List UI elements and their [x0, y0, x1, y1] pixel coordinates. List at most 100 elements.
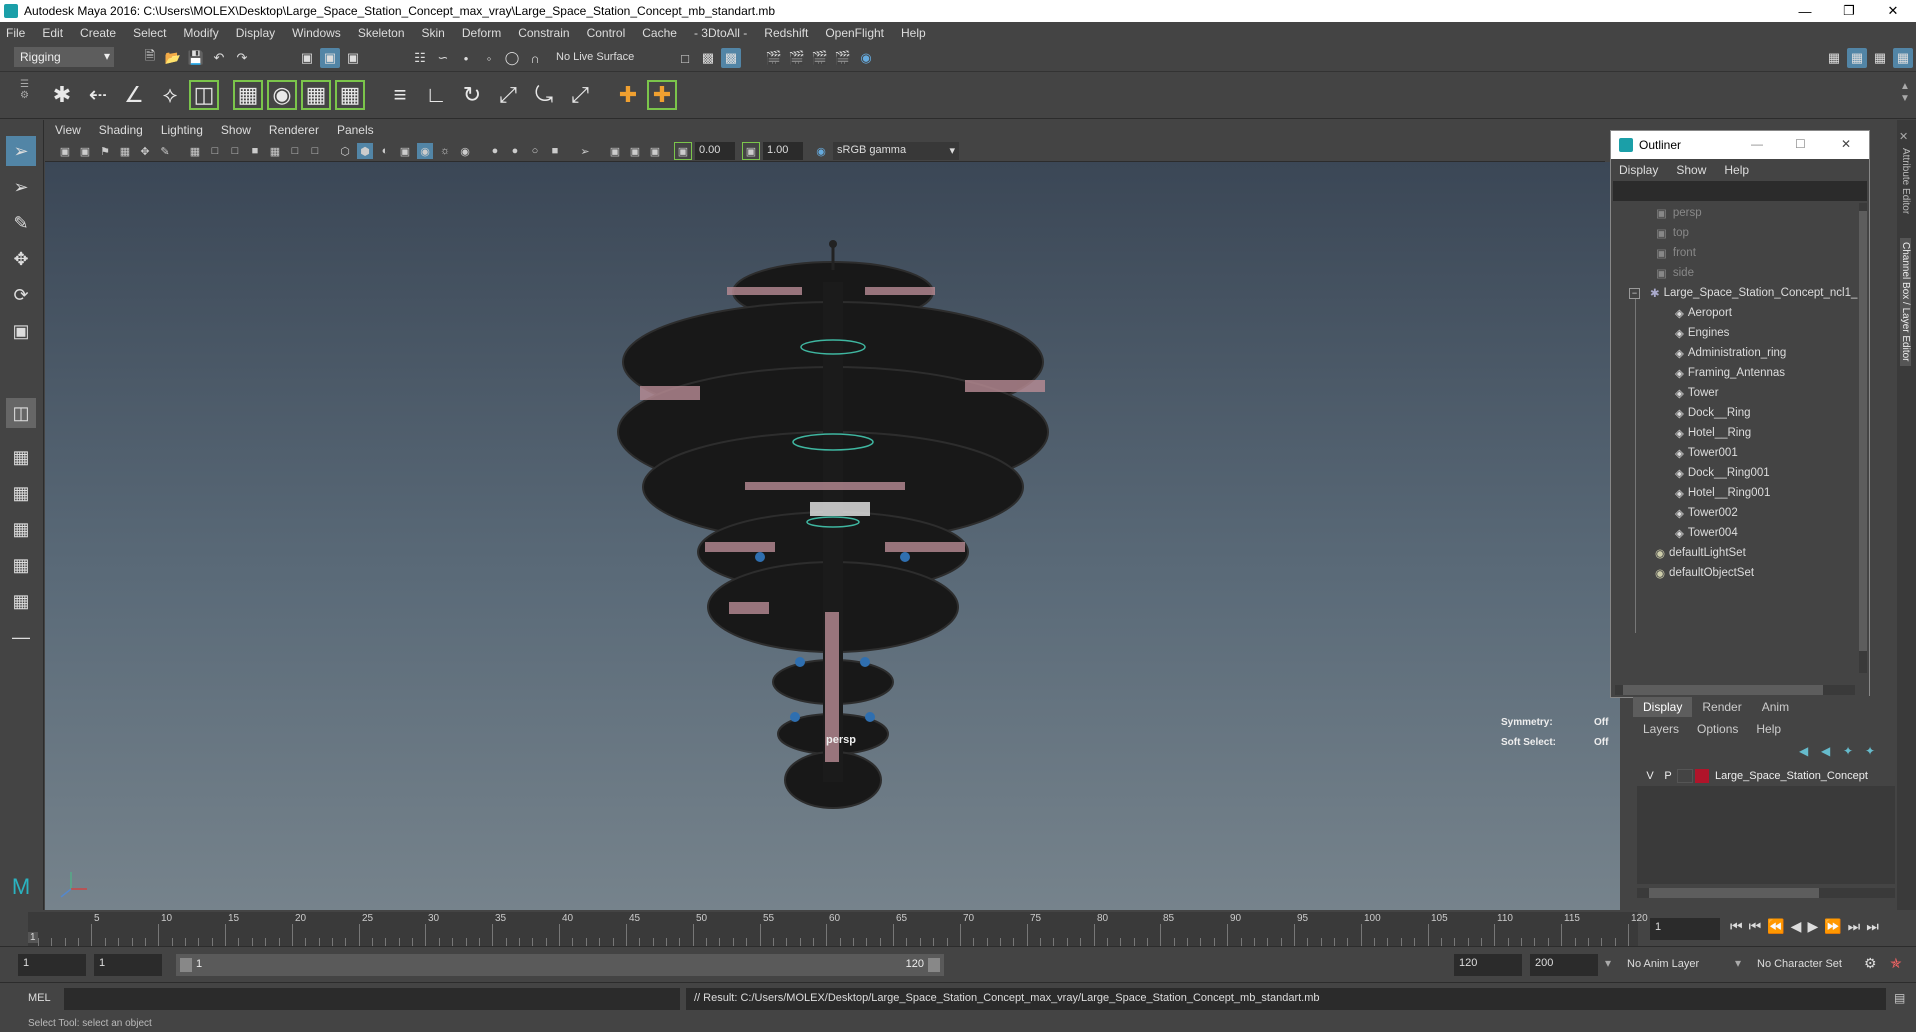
motion-blur-icon[interactable]: ● [487, 143, 503, 159]
gate-mask-icon[interactable]: ■ [247, 143, 263, 159]
current-frame-marker[interactable]: 1 [28, 932, 38, 943]
range-end-handle[interactable] [928, 958, 940, 972]
outliner-search-input[interactable] [1613, 181, 1867, 201]
use-all-lights-icon[interactable]: ◉ [417, 143, 433, 159]
snap-grid-icon[interactable]: ☷ [410, 48, 430, 68]
save-scene-icon[interactable]: 💾 [186, 48, 206, 68]
grease-pencil-icon[interactable]: ✎ [157, 143, 173, 159]
persp-outliner-layout-icon[interactable]: ▦ [6, 478, 36, 508]
anim-layer-dropdown[interactable]: No Anim Layer [1627, 958, 1699, 970]
menu-select[interactable]: Select [133, 26, 166, 40]
anim-prefs-icon[interactable]: ✯ [1890, 955, 1902, 972]
custom-layout-icon[interactable]: — [6, 622, 36, 652]
time-ruler[interactable]: 5 10 15 20 25 30 35 40 45 50 55 60 65 70 75 80 85 90 95 100… [28, 912, 1648, 946]
chevron-down-icon[interactable]: ▾ [1735, 956, 1741, 970]
tab-channel-box[interactable]: Channel Box / Layer Editor [1900, 238, 1911, 366]
menu-control[interactable]: Control [587, 26, 626, 40]
redshift-render-icon[interactable]: ◉ [856, 48, 876, 68]
snap-point-icon[interactable]: • [456, 48, 476, 68]
orient-joint-icon[interactable]: ◫ [188, 79, 220, 111]
command-language-toggle[interactable]: MEL [28, 992, 51, 1004]
cluster-icon[interactable]: ✚ [646, 79, 678, 111]
outliner-item-child[interactable]: ◈ Hotel__Ring001 [1675, 483, 1770, 503]
backface-cull-icon[interactable]: ▣ [647, 143, 663, 159]
current-frame-field[interactable]: 1 [1650, 918, 1720, 940]
tab-render[interactable]: Render [1692, 697, 1751, 717]
depth-of-field-icon[interactable]: ○ [527, 143, 543, 159]
colorspace-dropdown[interactable]: sRGB gamma ▾ [833, 142, 959, 160]
gamma-icon[interactable]: ▣ [742, 142, 760, 160]
xray-icon[interactable]: ➢ [577, 143, 593, 159]
safe-action-icon[interactable]: □ [287, 143, 303, 159]
joint-tool-icon[interactable]: ✱ [46, 79, 78, 111]
select-tool-icon[interactable]: ➢ [6, 136, 36, 166]
outliner-item-side[interactable]: ▣ side [1656, 263, 1694, 283]
playback-end-field[interactable]: 120 [1454, 954, 1522, 976]
pole-vector-icon[interactable]: ⤢ [564, 79, 596, 111]
menu-file[interactable]: File [6, 26, 25, 40]
parent-constraint-icon[interactable]: ≡ [384, 79, 416, 111]
step-forward-frame-icon[interactable]: ⏩ [1824, 918, 1841, 940]
outliner-item-top[interactable]: ▣ top [1656, 223, 1689, 243]
panel-menu-panels[interactable]: Panels [337, 123, 374, 137]
menu-constrain[interactable]: Constrain [518, 26, 569, 40]
scale-constraint-icon[interactable]: ⤢ [492, 79, 524, 111]
outliner-item-front[interactable]: ▣ front [1656, 243, 1696, 263]
persp-graph-layout-icon[interactable]: ▦ [6, 514, 36, 544]
menu-openflight[interactable]: OpenFlight [825, 26, 884, 40]
select-hierarchy-icon[interactable]: ▣ [297, 48, 317, 68]
outliner-window[interactable]: Outliner — ☐ ✕ Display Show Help ▣ persp … [1610, 130, 1870, 698]
menu-edit[interactable]: Edit [42, 26, 63, 40]
script-editor-icon[interactable]: ▤ [1894, 991, 1905, 1005]
go-to-end-icon[interactable]: ⏭ [1866, 918, 1879, 940]
bind-skin-icon[interactable]: ▦ [232, 79, 264, 111]
tool-settings-icon[interactable]: ▦ [1870, 48, 1890, 68]
snap-view-icon[interactable]: ◦ [479, 48, 499, 68]
ipr-render-icon[interactable]: ▩ [721, 48, 741, 68]
shelf-scroll-icon[interactable]: ▲ ▼ [1900, 81, 1910, 105]
outliner-item-child[interactable]: ◈ Aeroport [1675, 303, 1732, 323]
close-button[interactable]: ✕ [1870, 0, 1916, 22]
move-layer-up-icon[interactable]: ◀ [1799, 744, 1808, 758]
color-management-icon[interactable]: ◉ [813, 143, 829, 159]
outliner-item-child[interactable]: ◈ Administration_ring [1675, 343, 1786, 363]
menu-skin[interactable]: Skin [422, 26, 445, 40]
screen-space-ao-icon[interactable]: ◉ [457, 143, 473, 159]
live-surface-label[interactable]: No Live Surface [556, 51, 634, 63]
outliner-item-persp[interactable]: ▣ persp [1656, 203, 1702, 223]
outliner-item-child[interactable]: ◈ Hotel__Ring [1675, 423, 1751, 443]
wireframe-icon[interactable]: ⬡ [337, 143, 353, 159]
range-slider-bar[interactable]: 1 120 [176, 954, 944, 976]
single-perspective-icon[interactable]: ◫ [6, 398, 36, 428]
isolate-select-icon[interactable]: ■ [547, 143, 563, 159]
layer-row[interactable]: V P Large_Space_Station_Concept [1637, 766, 1895, 786]
restore-button[interactable]: ❐ [1826, 0, 1872, 22]
menu-3dtoall[interactable]: - 3DtoAll - [694, 26, 747, 40]
tab-attribute-editor[interactable]: Attribute Editor [1900, 148, 1911, 214]
ik-spline-icon[interactable]: ∠ [118, 79, 150, 111]
snap-curve-icon[interactable]: ∽ [433, 48, 453, 68]
layer-playback-toggle[interactable]: P [1659, 770, 1677, 782]
image-plane-icon[interactable]: ▦ [117, 143, 133, 159]
layer-hscrollbar[interactable] [1637, 888, 1895, 898]
menu-windows[interactable]: Windows [292, 26, 341, 40]
maximize-icon[interactable]: ☐ [1795, 137, 1806, 151]
auto-key-icon[interactable]: ⚙ [1864, 955, 1877, 972]
magnet-icon[interactable]: ∩ [525, 48, 545, 68]
menu-modify[interactable]: Modify [183, 26, 218, 40]
aim-constraint-icon[interactable]: ⤿ [528, 79, 560, 111]
space-station-model[interactable] [45, 162, 1620, 910]
outliner-item-child[interactable]: ◈ Tower001 [1675, 443, 1738, 463]
lasso-tool-icon[interactable]: ➢ [6, 172, 36, 202]
panel-menu-lighting[interactable]: Lighting [161, 123, 203, 137]
multisample-icon[interactable]: ● [507, 143, 523, 159]
character-set-dropdown[interactable]: No Character Set [1757, 958, 1842, 970]
outliner-item-child[interactable]: ◈ Framing_Antennas [1675, 363, 1785, 383]
mirror-joint-icon[interactable]: ⟡ [154, 79, 186, 111]
range-start-handle[interactable] [180, 958, 192, 972]
workspace-icon[interactable]: ▦ [1824, 48, 1844, 68]
outliner-item-child[interactable]: ◈ Tower [1675, 383, 1719, 403]
end-time-field[interactable]: 200 [1530, 954, 1598, 976]
layer-name[interactable]: Large_Space_Station_Concept [1715, 770, 1868, 782]
textured-icon[interactable]: ▣ [397, 143, 413, 159]
